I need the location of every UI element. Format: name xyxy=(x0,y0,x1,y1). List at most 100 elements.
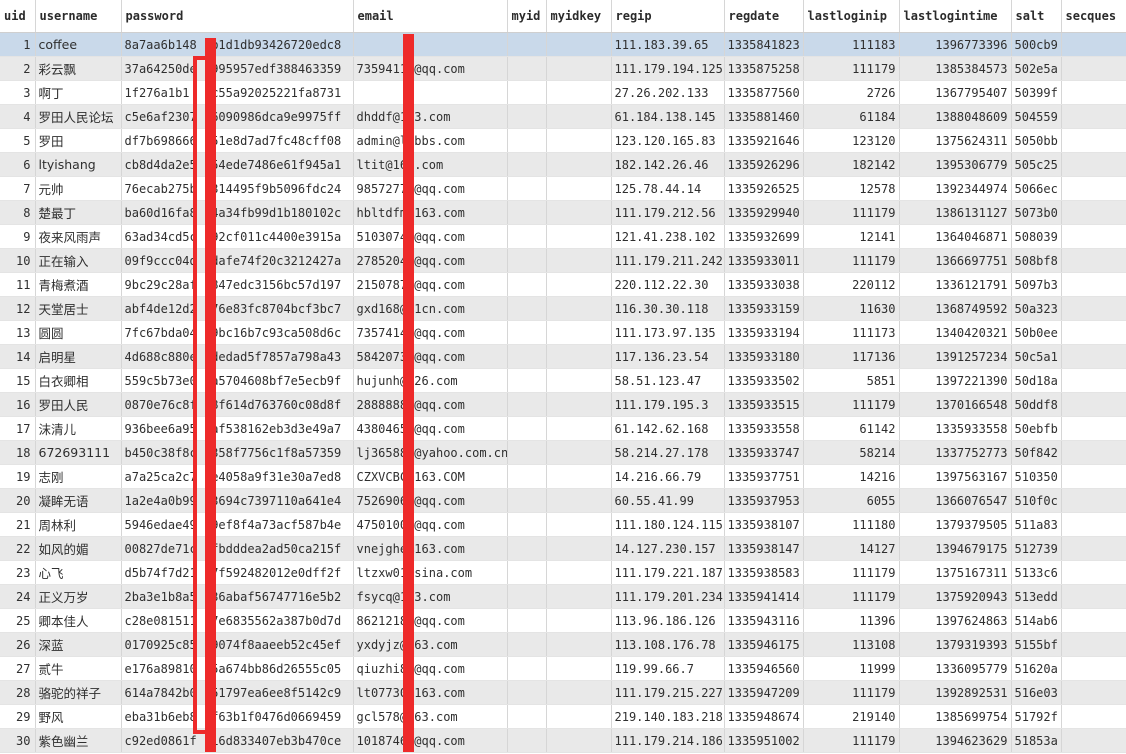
cell-regdate[interactable]: 1335933747 xyxy=(724,440,804,465)
cell-lastloginip[interactable]: 111179 xyxy=(803,392,900,417)
cell-myid[interactable] xyxy=(507,464,547,489)
cell-myidkey[interactable] xyxy=(546,656,612,681)
cell-email[interactable]: 98572776@qq.com xyxy=(353,176,508,201)
column-header-lastlogintime[interactable]: lastlogintime xyxy=(899,0,1012,33)
cell-regip[interactable]: 111.179.214.186 xyxy=(611,728,725,753)
cell-uid[interactable]: 15 xyxy=(0,368,36,393)
column-header-password[interactable]: password xyxy=(121,0,354,33)
cell-lastloginip[interactable]: 5851 xyxy=(803,368,900,393)
cell-secques[interactable] xyxy=(1061,392,1126,417)
cell-uid[interactable]: 23 xyxy=(0,560,36,585)
cell-lastloginip[interactable]: 14127 xyxy=(803,536,900,561)
cell-email[interactable]: hujunh@126.com xyxy=(353,368,508,393)
cell-myidkey[interactable] xyxy=(546,80,612,105)
cell-uid[interactable]: 12 xyxy=(0,296,36,321)
cell-myidkey[interactable] xyxy=(546,344,612,369)
cell-myidkey[interactable] xyxy=(546,632,612,657)
cell-username[interactable]: 正义万岁 xyxy=(35,584,122,609)
cell-password[interactable]: e176a89810 5a674bb86d26555c05 xyxy=(121,656,354,681)
cell-salt[interactable]: 5133c6 xyxy=(1011,560,1062,585)
cell-salt[interactable]: 51792f xyxy=(1011,704,1062,729)
cell-salt[interactable]: 514ab6 xyxy=(1011,608,1062,633)
table-row[interactable]: 16罗田人民0870e76c8f 8f614d763760c08d8f28888… xyxy=(0,392,1126,417)
table-row[interactable]: 24正义万岁2ba3e1b8a5 36abaf56747716e5b2fsycq… xyxy=(0,584,1126,609)
cell-username[interactable]: 凝眸无语 xyxy=(35,488,122,513)
cell-myidkey[interactable] xyxy=(546,176,612,201)
cell-myidkey[interactable] xyxy=(546,248,612,273)
cell-lastloginip[interactable]: 111179 xyxy=(803,56,900,81)
cell-regdate[interactable]: 1335921646 xyxy=(724,128,804,153)
cell-email[interactable]: 73594115@qq.com xyxy=(353,56,508,81)
cell-username[interactable]: 彩云飘 xyxy=(35,56,122,81)
cell-email[interactable]: qiuzhi87@qq.com xyxy=(353,656,508,681)
cell-uid[interactable]: 2 xyxy=(0,56,36,81)
cell-uid[interactable]: 29 xyxy=(0,704,36,729)
cell-username[interactable]: 正在输入 xyxy=(35,248,122,273)
cell-myid[interactable] xyxy=(507,32,547,57)
cell-email[interactable]: fsycq@163.com xyxy=(353,584,508,609)
table-row[interactable]: 8楚最丁ba60d16fa8 4a34fb99d1b180102chbltdfm… xyxy=(0,200,1126,225)
cell-salt[interactable]: 508039 xyxy=(1011,224,1062,249)
cell-regip[interactable]: 220.112.22.30 xyxy=(611,272,725,297)
column-header-salt[interactable]: salt xyxy=(1011,0,1062,33)
table-row[interactable]: 25卿本佳人c28e081511 7e6835562a387b0d7d86212… xyxy=(0,608,1126,633)
cell-lastlogintime[interactable]: 1379379505 xyxy=(899,512,1012,537)
cell-lastlogintime[interactable]: 1370166548 xyxy=(899,392,1012,417)
cell-myid[interactable] xyxy=(507,392,547,417)
cell-myid[interactable] xyxy=(507,656,547,681)
cell-email[interactable]: dhddf@163.com xyxy=(353,104,508,129)
cell-regdate[interactable]: 1335929940 xyxy=(724,200,804,225)
table-row[interactable]: 26深蓝0170925c85 9074f8aaeeb52c45efyxdyjz@… xyxy=(0,632,1126,657)
cell-lastlogintime[interactable]: 1366697751 xyxy=(899,248,1012,273)
cell-myidkey[interactable] xyxy=(546,296,612,321)
cell-username[interactable]: 紫色幽兰 xyxy=(35,728,122,753)
column-header-regip[interactable]: regip xyxy=(611,0,725,33)
cell-secques[interactable] xyxy=(1061,656,1126,681)
cell-password[interactable]: 4d688c880e dedad5f7857a798a43 xyxy=(121,344,354,369)
cell-uid[interactable]: 9 xyxy=(0,224,36,249)
cell-salt[interactable]: 510f0c xyxy=(1011,488,1062,513)
cell-regdate[interactable]: 1335933515 xyxy=(724,392,804,417)
cell-myid[interactable] xyxy=(507,56,547,81)
cell-username[interactable]: 志刚 xyxy=(35,464,122,489)
cell-regip[interactable]: 117.136.23.54 xyxy=(611,344,725,369)
cell-salt[interactable]: 50ebfb xyxy=(1011,416,1062,441)
cell-regdate[interactable]: 1335951002 xyxy=(724,728,804,753)
cell-salt[interactable]: 5155bf xyxy=(1011,632,1062,657)
cell-regip[interactable]: 14.216.66.79 xyxy=(611,464,725,489)
cell-secques[interactable] xyxy=(1061,104,1126,129)
cell-regip[interactable]: 116.30.30.118 xyxy=(611,296,725,321)
cell-email[interactable]: ltzxw01@sina.com xyxy=(353,560,508,585)
cell-regdate[interactable]: 1335933011 xyxy=(724,248,804,273)
cell-lastlogintime[interactable]: 1368749592 xyxy=(899,296,1012,321)
cell-uid[interactable]: 1 xyxy=(0,32,36,57)
cell-myidkey[interactable] xyxy=(546,368,612,393)
cell-secques[interactable] xyxy=(1061,320,1126,345)
cell-uid[interactable]: 8 xyxy=(0,200,36,225)
cell-email[interactable]: 58420737@qq.com xyxy=(353,344,508,369)
cell-regip[interactable]: 111.179.201.234 xyxy=(611,584,725,609)
cell-username[interactable]: 楚最丁 xyxy=(35,200,122,225)
cell-secques[interactable] xyxy=(1061,512,1126,537)
cell-myid[interactable] xyxy=(507,512,547,537)
cell-myidkey[interactable] xyxy=(546,152,612,177)
cell-myidkey[interactable] xyxy=(546,536,612,561)
cell-regip[interactable]: 111.179.221.187 xyxy=(611,560,725,585)
cell-secques[interactable] xyxy=(1061,608,1126,633)
cell-myid[interactable] xyxy=(507,104,547,129)
cell-username[interactable]: 罗田人民 xyxy=(35,392,122,417)
cell-regip[interactable]: 111.179.212.56 xyxy=(611,200,725,225)
cell-username[interactable]: 骆驼的祥子 xyxy=(35,680,122,705)
cell-username[interactable]: 天堂居士 xyxy=(35,296,122,321)
cell-regip[interactable]: 125.78.44.14 xyxy=(611,176,725,201)
cell-uid[interactable]: 30 xyxy=(0,728,36,753)
cell-password[interactable]: 0870e76c8f 8f614d763760c08d8f xyxy=(121,392,354,417)
cell-regdate[interactable]: 1335937953 xyxy=(724,488,804,513)
cell-regip[interactable]: 111.183.39.65 xyxy=(611,32,725,57)
table-row[interactable]: 3 啊丁 1f276a1b1 c55a92025221fa8731 27.26.202… xyxy=(0,80,1126,105)
table-row[interactable]: 11青梅煮酒9bc29c28af 847edc3156bc57d19721507… xyxy=(0,272,1126,297)
table-row[interactable]: 10正在输入09f9ccc04d dafe74f20c3212427a27852… xyxy=(0,248,1126,273)
cell-lastloginip[interactable]: 14216 xyxy=(803,464,900,489)
cell-secques[interactable] xyxy=(1061,176,1126,201)
cell-username[interactable]: 青梅煮酒 xyxy=(35,272,122,297)
